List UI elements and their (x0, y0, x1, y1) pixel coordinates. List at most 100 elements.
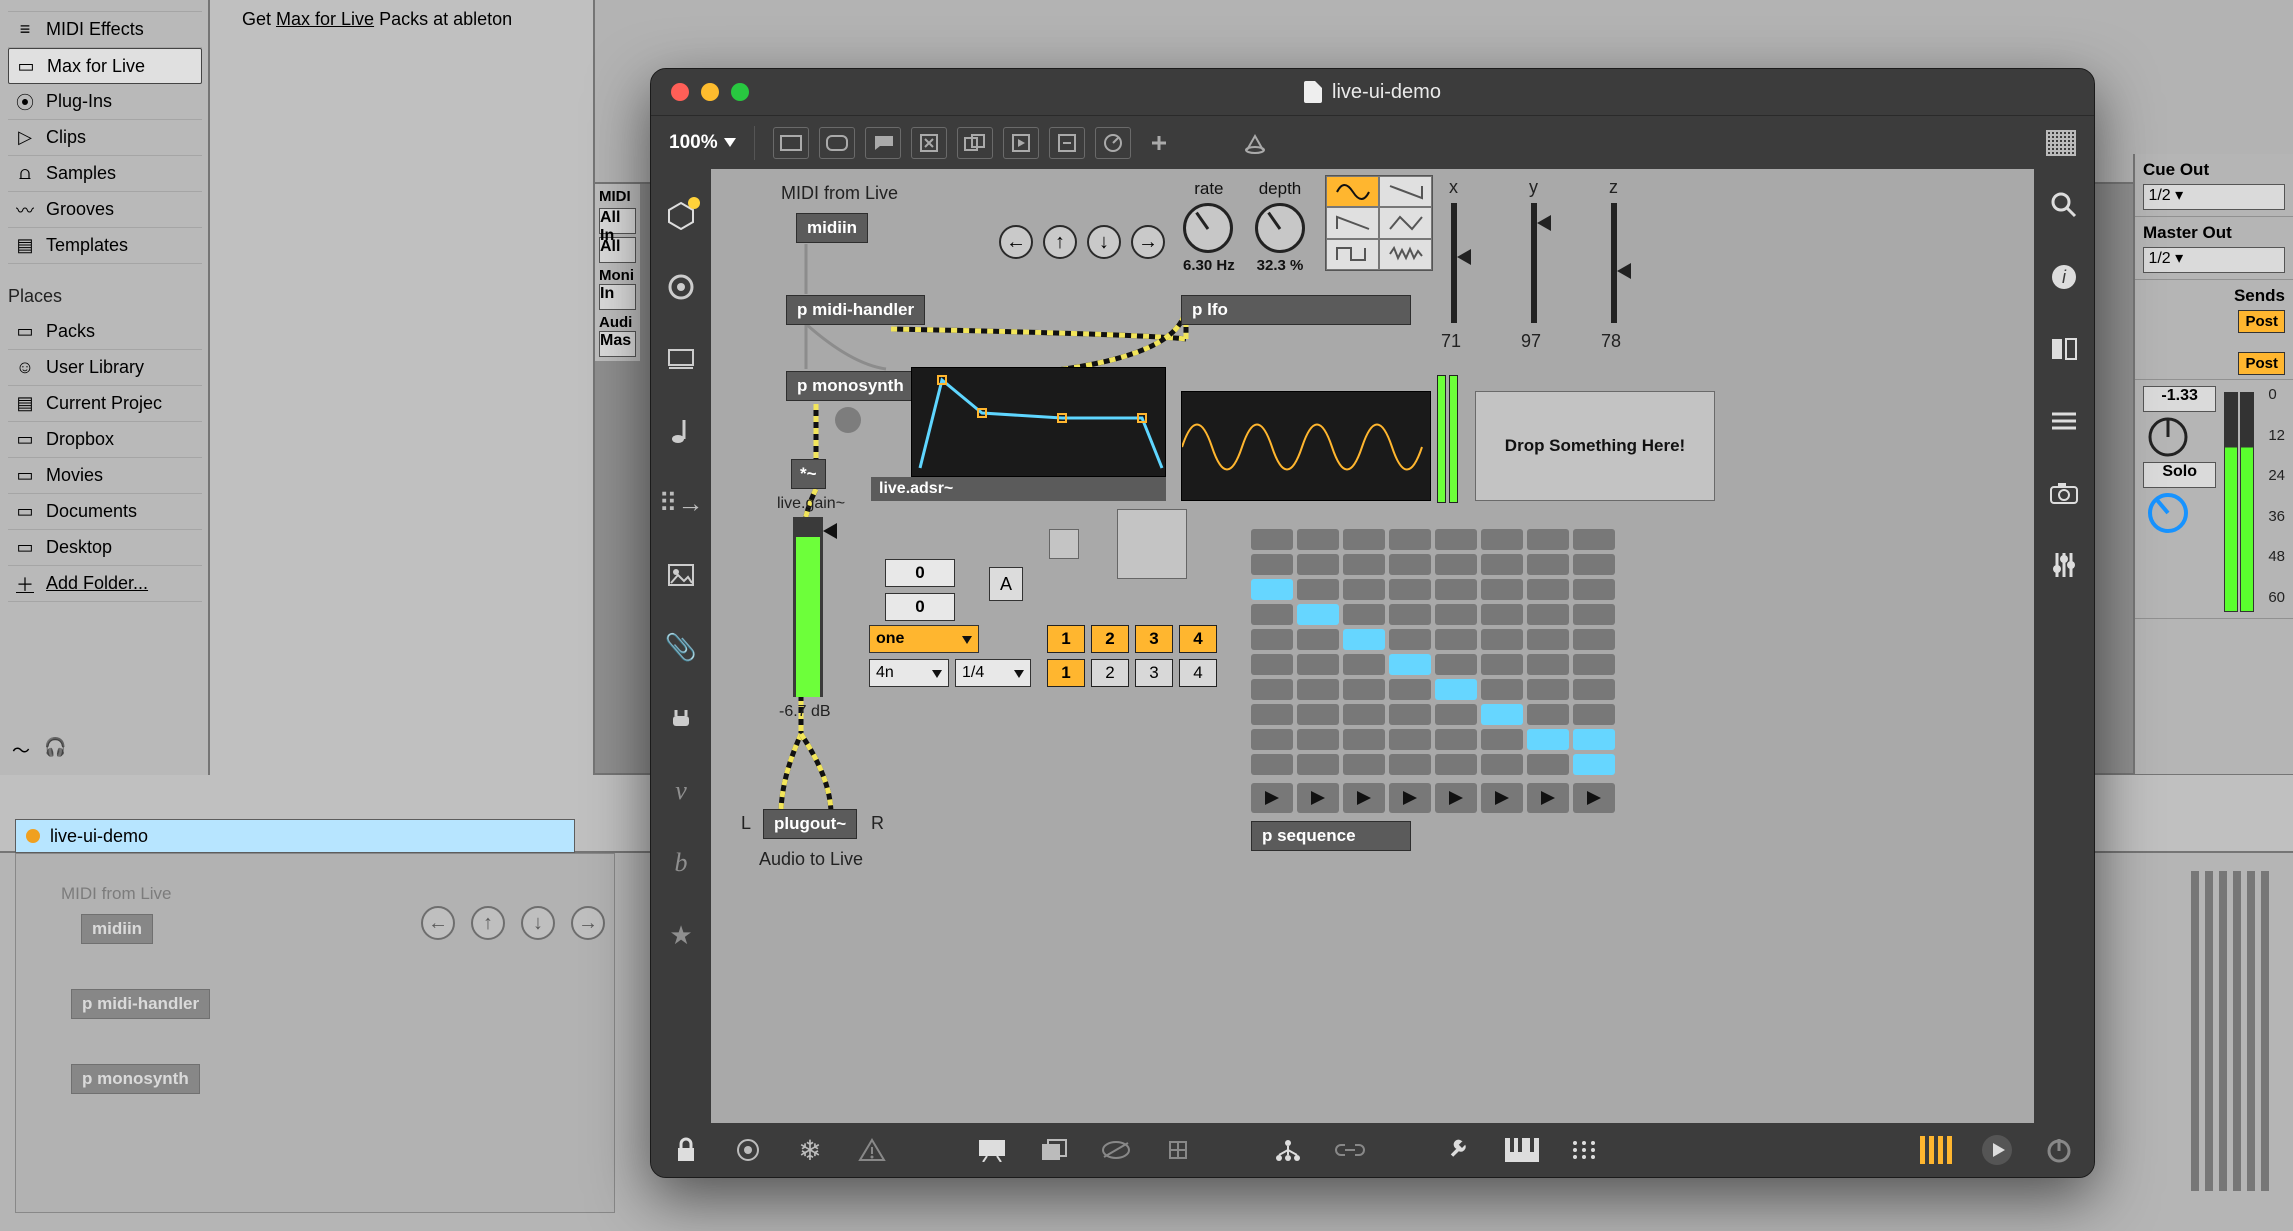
transport-play-icon[interactable] (1980, 1134, 2014, 1166)
master-db[interactable]: -1.33 (2143, 386, 2216, 412)
place-movies[interactable]: ▭Movies (8, 458, 202, 494)
tb-double-box-icon[interactable] (957, 127, 993, 159)
split-view-icon[interactable] (2047, 333, 2081, 365)
big-box[interactable] (1117, 509, 1187, 579)
tab[interactable]: 2 (1091, 625, 1129, 653)
step-cell[interactable] (1343, 554, 1385, 575)
tab[interactable]: 4 (1179, 625, 1217, 653)
menu-4n[interactable]: 4n (869, 659, 949, 687)
cat-samples[interactable]: ⩍Samples (8, 156, 202, 192)
step-play-row[interactable] (1251, 783, 1615, 813)
titlebar[interactable]: live-ui-demo (651, 69, 2094, 115)
obj-midiin[interactable]: midiin (796, 213, 868, 243)
solo-button[interactable]: Solo (2143, 462, 2216, 488)
tabs-row-2[interactable]: 1 2 3 4 (1047, 659, 1217, 687)
step-cell[interactable] (1389, 729, 1431, 750)
sidebar-headphones-icon[interactable]: 🎧 (44, 737, 66, 763)
step-cell[interactable] (1527, 704, 1569, 725)
step-cell[interactable] (1389, 654, 1431, 675)
piano-icon[interactable] (1505, 1134, 1539, 1166)
step-cell[interactable] (1435, 604, 1477, 625)
step-cell[interactable] (1343, 529, 1385, 550)
rail-image-icon[interactable] (664, 559, 698, 591)
step-cell[interactable] (1343, 579, 1385, 600)
cat-clips[interactable]: ▷Clips (8, 120, 202, 156)
io-allins[interactable]: All In (599, 208, 636, 234)
step-cell[interactable] (1343, 629, 1385, 650)
play-icon[interactable] (1251, 783, 1293, 813)
rail-plug-icon[interactable] (664, 703, 698, 735)
rail-expand-icon[interactable]: ⠿→ (664, 487, 698, 519)
wave-tri-icon[interactable] (1379, 207, 1432, 238)
step-cell[interactable] (1389, 704, 1431, 725)
step-cell[interactable] (1527, 629, 1569, 650)
pv-nav-left[interactable]: ← (421, 906, 455, 940)
step-cell[interactable] (1297, 629, 1339, 650)
z-slider[interactable] (1611, 203, 1617, 323)
y-slider[interactable] (1531, 203, 1537, 323)
cat-midi-effects[interactable]: ≡MIDI Effects (8, 12, 202, 48)
step-cell[interactable] (1389, 529, 1431, 550)
step-cell[interactable] (1343, 604, 1385, 625)
wave-noise-icon[interactable] (1379, 239, 1432, 270)
step-cell[interactable] (1389, 579, 1431, 600)
step-cell[interactable] (1527, 729, 1569, 750)
step-cell[interactable] (1573, 754, 1615, 775)
step-cell[interactable] (1297, 729, 1339, 750)
place-desktop[interactable]: ▭Desktop (8, 530, 202, 566)
live-gain-meter[interactable] (793, 517, 823, 697)
place-packs[interactable]: ▭Packs (8, 314, 202, 350)
nav-left-button[interactable]: ← (999, 225, 1033, 259)
wave-square-icon[interactable] (1326, 239, 1379, 270)
place-dropbox[interactable]: ▭Dropbox (8, 422, 202, 458)
play-icon[interactable] (1573, 783, 1615, 813)
rate-dial[interactable] (1183, 203, 1233, 253)
step-cell[interactable] (1573, 629, 1615, 650)
rail-star-icon[interactable]: ★ (664, 919, 698, 951)
step-cell[interactable] (1573, 654, 1615, 675)
step-cell[interactable] (1527, 604, 1569, 625)
small-grid-icon[interactable] (1161, 1134, 1195, 1166)
lock-icon[interactable] (669, 1134, 703, 1166)
cat-audio-effects[interactable]: ≡Audio Effects (8, 0, 202, 12)
step-cell[interactable] (1481, 529, 1523, 550)
step-cell[interactable] (1481, 704, 1523, 725)
play-icon[interactable] (1481, 783, 1523, 813)
tb-grid-icon[interactable] (2046, 130, 2076, 156)
post-a[interactable]: Post (2238, 310, 2285, 333)
play-icon[interactable] (1389, 783, 1431, 813)
cue-select[interactable]: 1/2 ▾ (2143, 184, 2285, 210)
step-cell[interactable] (1343, 679, 1385, 700)
depth-dial[interactable] (1255, 203, 1305, 253)
eye-off-icon[interactable] (1099, 1134, 1133, 1166)
record-icon[interactable] (731, 1134, 765, 1166)
menu-one[interactable]: one (869, 625, 979, 653)
tb-dial-icon[interactable] (1095, 127, 1131, 159)
step-cell[interactable] (1251, 679, 1293, 700)
obj-multiply-tilde[interactable]: *~ (791, 459, 826, 489)
sidebar-wave-icon[interactable]: 〜 (12, 737, 30, 763)
obj-live-adsr[interactable]: live.adsr~ (871, 477, 1166, 501)
step-cell[interactable] (1297, 579, 1339, 600)
step-cell[interactable] (1527, 754, 1569, 775)
step-cell[interactable] (1435, 654, 1477, 675)
step-cell[interactable] (1481, 654, 1523, 675)
play-icon[interactable] (1343, 783, 1385, 813)
place-current-project[interactable]: ▤Current Projec (8, 386, 202, 422)
warning-icon[interactable] (855, 1134, 889, 1166)
step-cell[interactable] (1573, 679, 1615, 700)
rail-cube-icon[interactable] (664, 199, 698, 231)
snowflake-icon[interactable]: ❄ (793, 1134, 827, 1166)
tabs-row-1[interactable]: 1 2 3 4 (1047, 625, 1217, 653)
step-cell[interactable] (1297, 554, 1339, 575)
link-icon[interactable] (1333, 1134, 1367, 1166)
tab[interactable]: 4 (1179, 659, 1217, 687)
post-b[interactable]: Post (2238, 352, 2285, 375)
play-icon[interactable] (1527, 783, 1569, 813)
tb-message-icon[interactable] (819, 127, 855, 159)
tb-plus-icon[interactable] (1141, 127, 1177, 159)
step-cell[interactable] (1389, 554, 1431, 575)
wave-sine-icon[interactable] (1326, 176, 1379, 207)
panel-dot[interactable] (835, 407, 861, 433)
numbox-b[interactable]: 0 (885, 593, 955, 621)
